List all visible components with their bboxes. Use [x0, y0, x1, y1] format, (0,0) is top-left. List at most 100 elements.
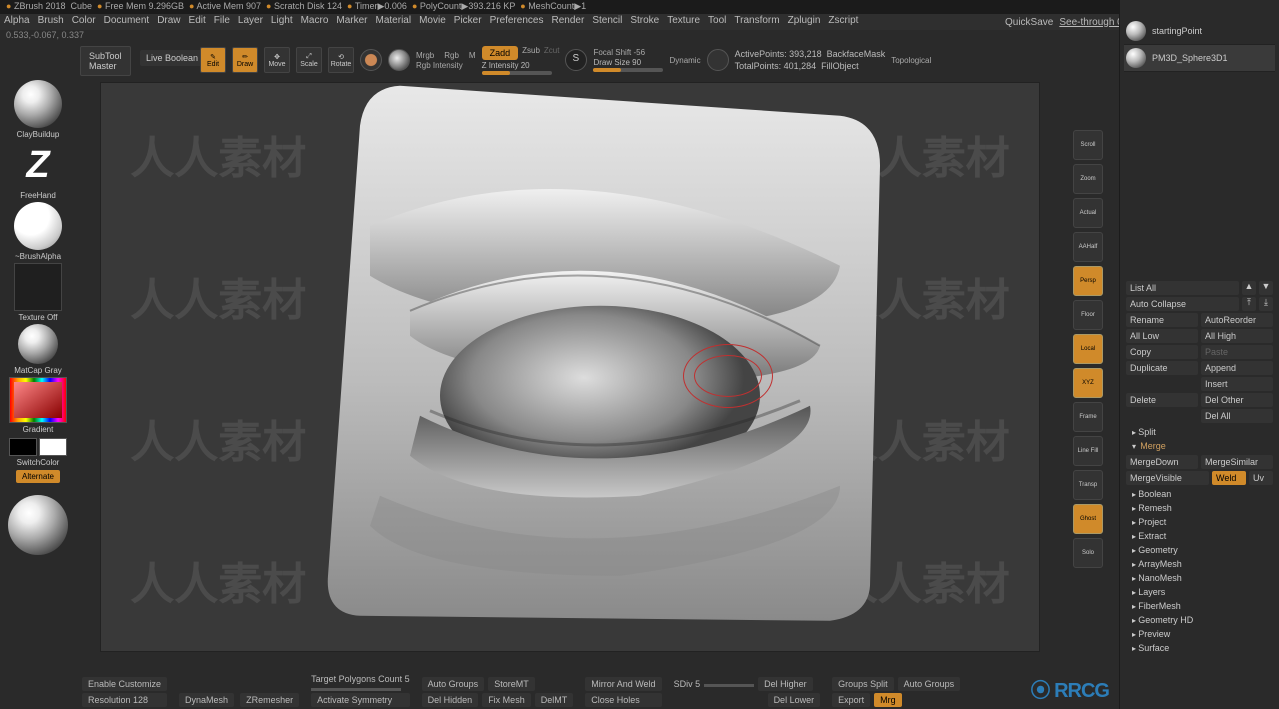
actual-icon[interactable]: Actual	[1073, 198, 1103, 228]
paste-button[interactable]: Paste	[1201, 345, 1273, 359]
nanomesh-expand[interactable]: NanoMesh	[1126, 571, 1273, 585]
viewport[interactable]: 人人素材人人素材人人素材人人素材 人人素材人人素材人人素材人人素材 人人素材人人…	[100, 82, 1040, 652]
menu-stroke[interactable]: Stroke	[630, 15, 659, 29]
delother-button[interactable]: Del Other	[1201, 393, 1273, 407]
menu-macro[interactable]: Macro	[301, 15, 329, 29]
resolution-slider[interactable]: Resolution 128	[82, 693, 167, 707]
texture-slot[interactable]: Texture Off	[8, 263, 68, 322]
target-poly-slider[interactable]: Target Polygons Count 5	[311, 674, 410, 684]
geomhd-expand[interactable]: Geometry HD	[1126, 613, 1273, 627]
export-button[interactable]: Export	[832, 693, 870, 707]
enable-customize[interactable]: Enable Customize	[82, 677, 167, 691]
surface-expand[interactable]: Surface	[1126, 641, 1273, 655]
live-boolean-button[interactable]: Live Boolean	[140, 50, 204, 66]
uv-button[interactable]: Uv	[1249, 471, 1273, 485]
closeholes-button[interactable]: Close Holes	[585, 693, 661, 707]
z-intensity-slider[interactable]: Z Intensity 20	[482, 61, 560, 75]
mergesimilar-button[interactable]: MergeSimilar	[1201, 455, 1273, 469]
dynamesh-button[interactable]: DynaMesh	[179, 693, 234, 707]
rename-button[interactable]: Rename	[1126, 313, 1198, 327]
layers-expand[interactable]: Layers	[1126, 585, 1273, 599]
delall-button[interactable]: Del All	[1201, 409, 1273, 423]
frame-icon[interactable]: Frame	[1073, 402, 1103, 432]
mrgb-button[interactable]: Mrgb	[416, 51, 434, 60]
focal-icon[interactable]: S	[565, 49, 587, 71]
linefill-icon[interactable]: Line Fill	[1073, 436, 1103, 466]
menu-material[interactable]: Material	[376, 15, 412, 29]
autocollapse-button[interactable]: Auto Collapse	[1126, 297, 1239, 311]
switch-color[interactable]: SwitchColor Alternate	[8, 436, 68, 483]
subtool-item[interactable]: startingPoint	[1124, 18, 1275, 45]
menu-zplugin[interactable]: Zplugin	[788, 15, 821, 29]
copy-button[interactable]: Copy	[1126, 345, 1198, 359]
brush-slot[interactable]: ClayBuildup	[8, 80, 68, 139]
m-button[interactable]: M	[469, 51, 476, 60]
menu-edit[interactable]: Edit	[189, 15, 206, 29]
delhidden-button[interactable]: Del Hidden	[422, 693, 479, 707]
menu-transform[interactable]: Transform	[734, 15, 779, 29]
solo-icon[interactable]: Solo	[1073, 538, 1103, 568]
moveup-icon[interactable]: ▲	[1242, 281, 1256, 295]
menu-light[interactable]: Light	[271, 15, 293, 29]
project-expand[interactable]: Project	[1126, 515, 1273, 529]
groupssplit-button[interactable]: Groups Split	[832, 677, 894, 691]
autoreorder-button[interactable]: AutoReorder	[1201, 313, 1273, 327]
mask-icon[interactable]	[707, 49, 729, 71]
dellower-button[interactable]: Del Lower	[768, 693, 821, 707]
zsub-button[interactable]: Zsub	[522, 46, 540, 60]
seethrough-slider[interactable]: See-through 0	[1059, 17, 1122, 28]
preview-expand[interactable]: Preview	[1126, 627, 1273, 641]
fibermesh-expand[interactable]: FiberMesh	[1126, 599, 1273, 613]
menu-preferences[interactable]: Preferences	[490, 15, 544, 29]
topological-button[interactable]: Topological	[891, 56, 931, 65]
menu-render[interactable]: Render	[552, 15, 585, 29]
mergedown-button[interactable]: MergeDown	[1126, 455, 1198, 469]
color-picker[interactable]: Gradient	[8, 377, 68, 434]
delete-button[interactable]: Delete	[1126, 393, 1198, 407]
geometry-expand[interactable]: Geometry	[1126, 543, 1273, 557]
mergevisible-button[interactable]: MergeVisible	[1126, 471, 1209, 485]
insert-button[interactable]: Insert	[1201, 377, 1273, 391]
menu-file[interactable]: File	[214, 15, 230, 29]
persp-icon[interactable]: Persp	[1073, 266, 1103, 296]
zcut-button[interactable]: Zcut	[544, 46, 560, 60]
alllow-button[interactable]: All Low	[1126, 329, 1198, 343]
menu-color[interactable]: Color	[72, 15, 96, 29]
allhigh-button[interactable]: All High	[1201, 329, 1273, 343]
fixmesh-button[interactable]: Fix Mesh	[482, 693, 531, 707]
stroke-slot[interactable]: ZFreeHand	[8, 141, 68, 200]
mirrorweld-button[interactable]: Mirror And Weld	[585, 677, 661, 691]
menu-stencil[interactable]: Stencil	[592, 15, 622, 29]
menu-document[interactable]: Document	[104, 15, 150, 29]
menu-tool[interactable]: Tool	[708, 15, 726, 29]
menu-marker[interactable]: Marker	[336, 15, 367, 29]
scroll-icon[interactable]: Scroll	[1073, 130, 1103, 160]
scale-mode-button[interactable]: ⤢Scale	[296, 47, 322, 73]
quicksave-button[interactable]: QuickSave	[1005, 17, 1053, 28]
delmt-button[interactable]: DelMT	[535, 693, 574, 707]
boolean-expand[interactable]: Boolean	[1126, 487, 1273, 501]
movedown-icon[interactable]: ▼	[1259, 281, 1273, 295]
edit-mode-button[interactable]: ✎Edit	[200, 47, 226, 73]
ghost-icon[interactable]: Ghost	[1073, 504, 1103, 534]
local-icon[interactable]: Local	[1073, 334, 1103, 364]
duplicate-button[interactable]: Duplicate	[1126, 361, 1198, 375]
weld-button[interactable]: Weld	[1212, 471, 1246, 485]
menu-texture[interactable]: Texture	[667, 15, 700, 29]
subtool-item[interactable]: PM3D_Sphere3D1	[1124, 45, 1275, 72]
sculptris-icon[interactable]	[388, 49, 410, 71]
draw-mode-button[interactable]: ✏Draw	[232, 47, 258, 73]
autogroups-button[interactable]: Auto Groups	[422, 677, 485, 691]
alldown-icon[interactable]: ⤓	[1259, 297, 1273, 311]
remesh-expand[interactable]: Remesh	[1126, 501, 1273, 515]
transp-icon[interactable]: Transp	[1073, 470, 1103, 500]
sdiv-slider[interactable]: SDiv 5	[674, 679, 701, 689]
alternate-button[interactable]: Alternate	[16, 470, 60, 483]
split-expand[interactable]: Split	[1126, 425, 1273, 439]
mrg-button[interactable]: Mrg	[874, 693, 902, 707]
focal-shift-slider[interactable]: Focal Shift -56	[593, 48, 663, 57]
storemt-button[interactable]: StoreMT	[488, 677, 535, 691]
extract-expand[interactable]: Extract	[1126, 529, 1273, 543]
zremesher-button[interactable]: ZRemesher	[240, 693, 299, 707]
draw-size-slider[interactable]: Draw Size 90	[593, 58, 663, 72]
